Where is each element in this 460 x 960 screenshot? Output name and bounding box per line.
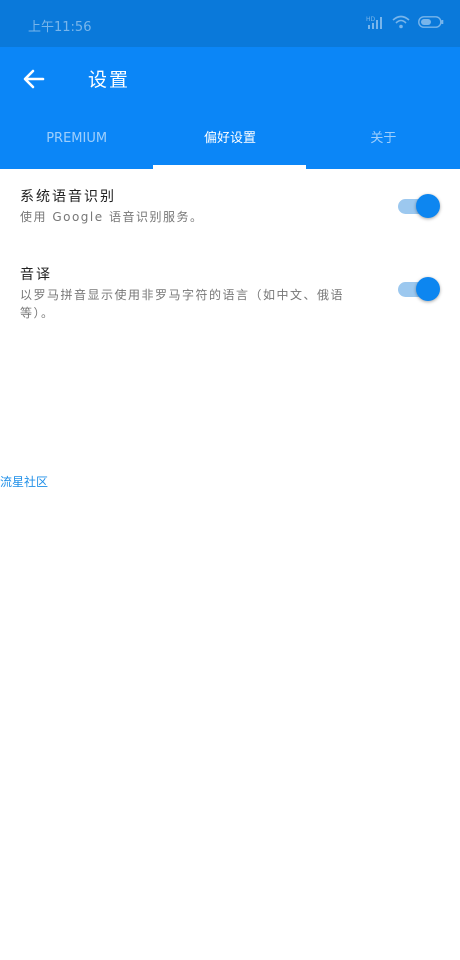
setting-system-speech-recognition[interactable]: 系统语音识别 使用 Google 语音识别服务。	[0, 169, 460, 247]
tab-about[interactable]: 关于	[307, 123, 460, 169]
setting-description: 以罗马拼音显示使用非罗马字符的语言（如中文、俄语等）。	[20, 288, 345, 320]
tab-bar: PREMIUM 偏好设置 关于	[0, 123, 460, 169]
back-button[interactable]	[14, 61, 54, 101]
watermark-text: 流星社区	[0, 475, 49, 489]
status-time: 上午11:56	[28, 20, 92, 35]
app-bar: 设置 PREMIUM 偏好设置 关于	[0, 47, 460, 169]
tab-preferences[interactable]: 偏好设置	[153, 123, 306, 169]
toggle-thumb	[416, 277, 440, 301]
setting-transliteration[interactable]: 音译 以罗马拼音显示使用非罗马字符的语言（如中文、俄语等）。	[0, 247, 460, 347]
status-bar: 上午11:56 HD	[0, 0, 460, 47]
hd-signal-icon: HD	[366, 15, 384, 29]
speech-recognition-toggle[interactable]	[398, 194, 440, 218]
setting-description: 使用 Google 语音识别服务。	[20, 210, 204, 224]
battery-icon	[418, 16, 444, 28]
toggle-thumb	[416, 194, 440, 218]
wifi-icon	[392, 15, 410, 29]
setting-title: 音译	[20, 267, 52, 283]
settings-list: 系统语音识别 使用 Google 语音识别服务。 音译 以罗马拼音显示使用非罗马…	[0, 169, 460, 347]
page-title: 设置	[88, 69, 131, 91]
svg-text:HD: HD	[366, 16, 376, 23]
tab-premium[interactable]: PREMIUM	[0, 123, 153, 169]
setting-title: 系统语音识别	[20, 189, 116, 205]
transliteration-toggle[interactable]	[398, 277, 440, 301]
arrow-left-icon	[23, 69, 45, 93]
status-icons: HD	[366, 15, 444, 29]
